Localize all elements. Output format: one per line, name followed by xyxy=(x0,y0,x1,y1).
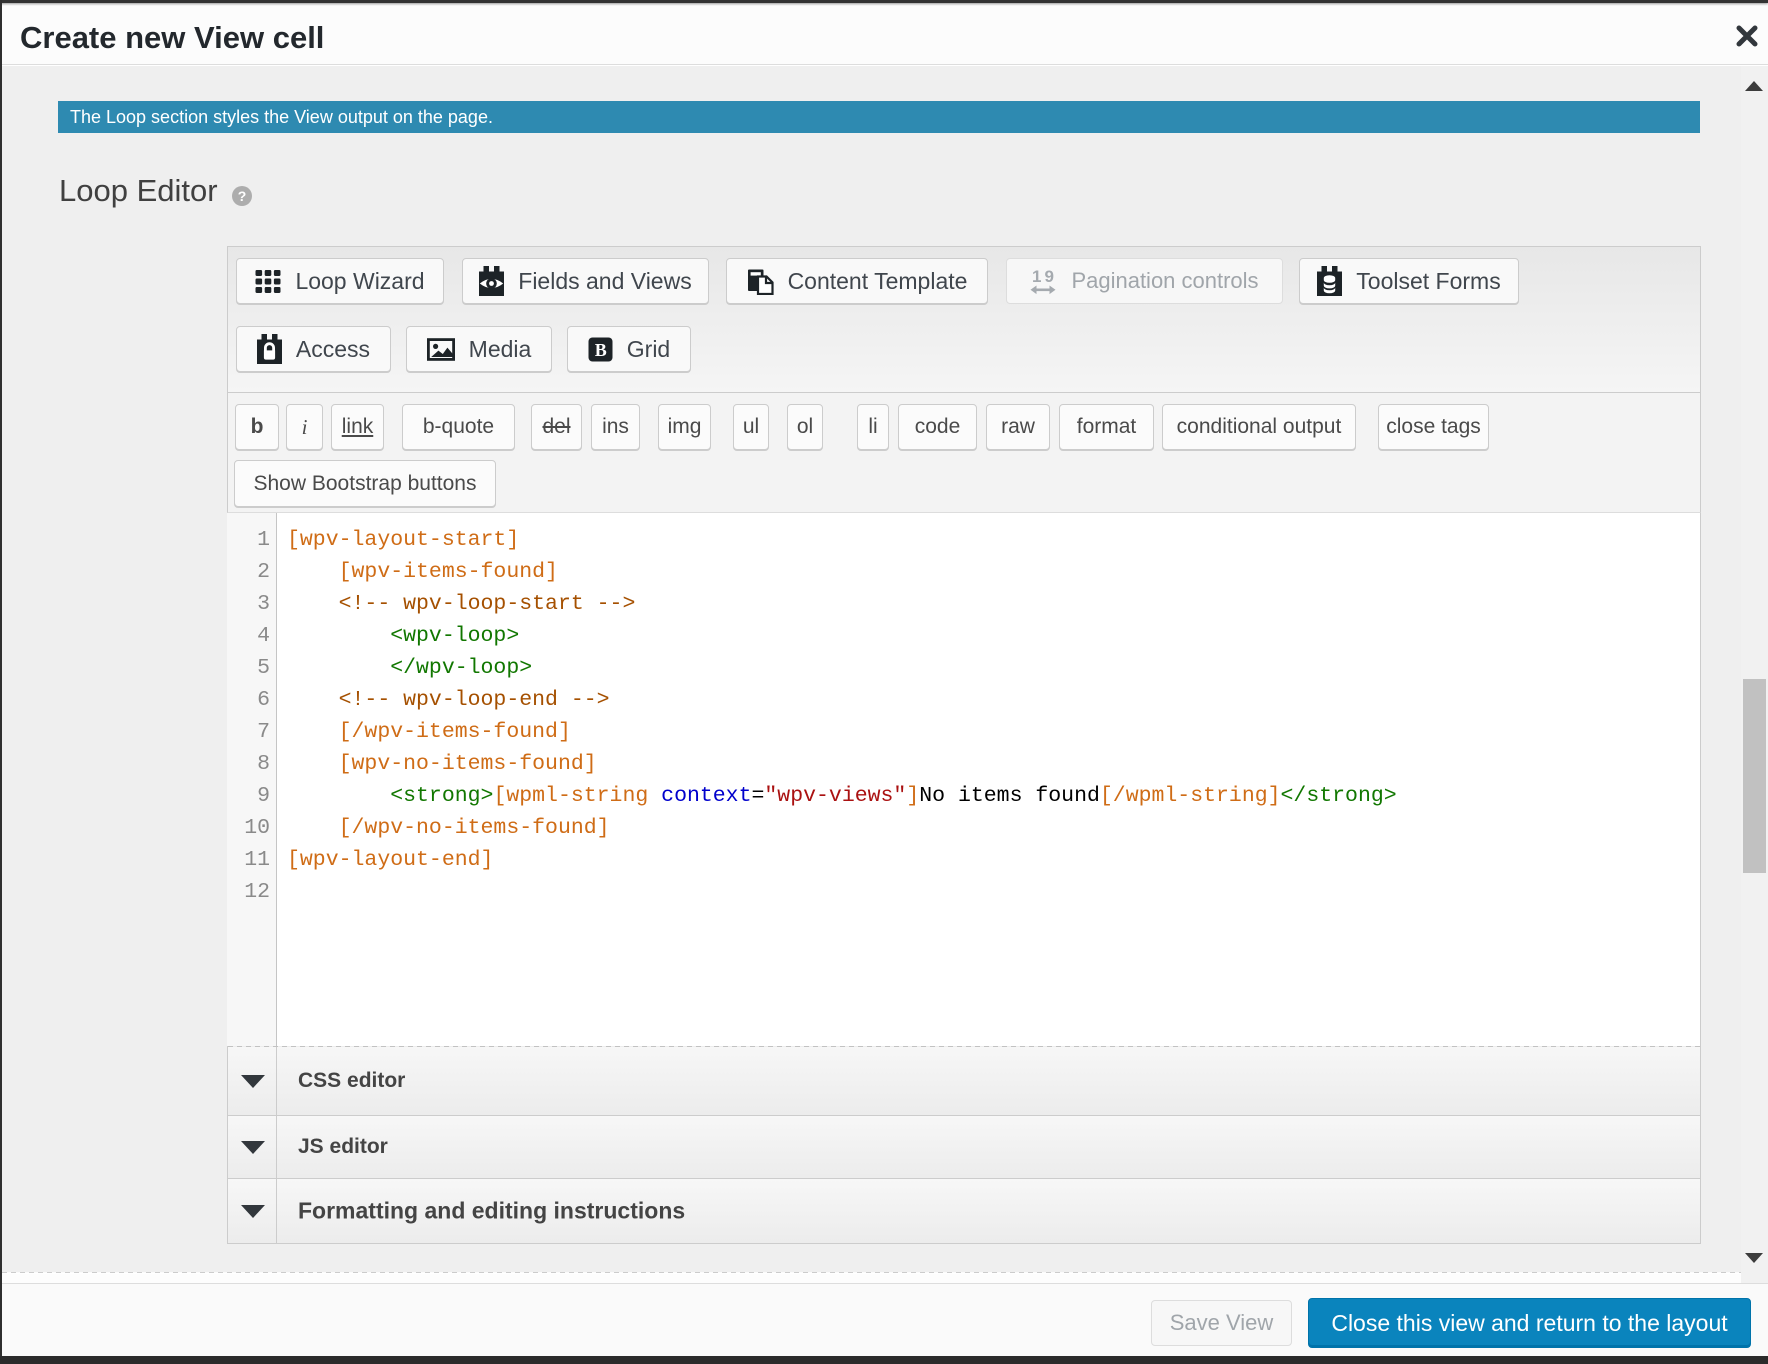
svg-text:B: B xyxy=(594,339,606,359)
svg-text:1: 1 xyxy=(1032,267,1041,286)
svg-text:9: 9 xyxy=(1045,267,1054,286)
